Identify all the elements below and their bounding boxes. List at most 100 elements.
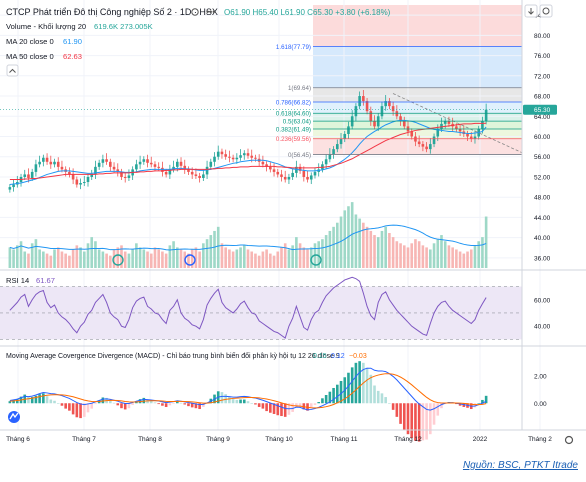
macd-histogram-bar — [395, 403, 399, 417]
candle-body — [276, 171, 280, 175]
candle-body — [235, 157, 239, 160]
candle-body — [97, 162, 101, 167]
volume-bar — [269, 253, 272, 268]
candle-body — [12, 184, 15, 188]
volume-bar — [380, 230, 384, 268]
volume-bar — [291, 245, 294, 268]
volume-bar — [135, 243, 138, 268]
volume-bar — [16, 245, 19, 268]
candle-body — [246, 153, 250, 156]
volume-label: Volume - Khối lượng 20 — [6, 22, 86, 31]
macd-histogram-bar — [399, 403, 402, 424]
candle-body — [231, 157, 235, 160]
x-tick-label: Tháng 11 — [331, 436, 358, 443]
tradingview-logo — [8, 411, 20, 423]
candle-body — [198, 175, 201, 178]
macd-histogram-bar — [410, 403, 414, 438]
price-tick-label: 68.00 — [534, 94, 551, 101]
candle-body — [105, 159, 108, 162]
candle-body — [306, 176, 309, 180]
candle-body — [56, 161, 60, 167]
volume-bar — [239, 247, 242, 268]
price-tick-label: 60.00 — [534, 134, 551, 141]
candle-body — [153, 164, 157, 167]
volume-bar — [402, 245, 406, 268]
volume-bar — [432, 243, 436, 268]
macd-histogram-bar — [64, 403, 67, 409]
candle-body — [142, 159, 146, 162]
macd-histogram-bar — [269, 403, 272, 413]
price-tick-label: 80.00 — [534, 33, 551, 40]
macd-histogram-bar — [239, 399, 242, 404]
macd-histogram-bar — [101, 397, 105, 404]
price-tick-label: 72.00 — [534, 73, 551, 80]
macd-histogram-bar — [250, 403, 254, 404]
volume-bar — [168, 245, 172, 268]
macd-histogram-bar — [75, 403, 79, 418]
volume-bar — [153, 247, 157, 268]
volume-bar — [246, 249, 250, 268]
macd-histogram-bar — [112, 402, 116, 404]
macd-histogram-bar — [60, 403, 64, 406]
macd-histogram-bar — [254, 403, 257, 405]
volume-bar — [376, 237, 380, 268]
candle-body — [138, 161, 142, 165]
macd-histogram-bar — [324, 395, 328, 404]
candle-body — [358, 96, 361, 107]
macd-histogram-bar — [369, 374, 373, 404]
volume-bar — [228, 249, 231, 268]
volume-bar — [123, 251, 127, 268]
volume-bar — [429, 249, 432, 268]
volume-bar — [205, 239, 209, 268]
volume-bar — [64, 253, 67, 268]
candle-body — [101, 159, 105, 163]
settings-small-button[interactable] — [539, 4, 553, 18]
macd-histogram-bar — [224, 394, 227, 404]
volume-bar — [306, 249, 309, 268]
volume-bar — [287, 249, 291, 268]
macd-value-3: −0.03 — [349, 353, 367, 360]
volume-bar — [261, 251, 265, 268]
ma20-value: 61.90 — [63, 37, 82, 46]
macd-histogram-bar — [157, 403, 160, 405]
rsi-value: 61.67 — [36, 276, 55, 285]
candle-body — [135, 164, 138, 170]
volume-bar — [127, 253, 131, 268]
macd-histogram-bar — [231, 399, 235, 404]
candle-body — [216, 151, 220, 157]
stock-chart[interactable]: 1.618(77.79) 1(69.64) 0.786(66.82) 0.618(64… — [0, 0, 586, 477]
macd-histogram-bar — [432, 403, 436, 425]
candle-body — [269, 166, 272, 170]
candle-body — [239, 155, 242, 158]
macd-histogram-bar — [380, 393, 384, 404]
volume-bar — [242, 245, 246, 268]
volume-bar — [425, 247, 428, 268]
volume-bar — [272, 255, 276, 268]
x-tick-label: Tháng 10 — [265, 436, 293, 443]
candle-body — [205, 166, 209, 175]
volume-bar — [161, 251, 164, 268]
candle-body — [45, 157, 49, 162]
source-note: Nguồn: BSC, PTKT Itrade — [462, 460, 578, 471]
macd-histogram-bar — [235, 399, 239, 404]
volume-bar — [8, 247, 12, 268]
volume-bar — [202, 243, 205, 268]
fib-label: 0.786(66.82) — [276, 100, 311, 107]
macd-histogram-bar — [358, 361, 361, 404]
macd-histogram-bar — [56, 403, 60, 404]
more-icon[interactable]: ••• — [206, 7, 215, 17]
collapse-button[interactable] — [6, 64, 19, 77]
candle-body — [254, 157, 257, 159]
volume-bar — [176, 247, 179, 268]
candle-body — [287, 176, 291, 180]
candle-body — [109, 161, 112, 167]
macd-value-2: 0.12 — [331, 353, 345, 360]
macd-histogram-bar — [261, 403, 265, 409]
price-tick-label: 64.00 — [534, 114, 551, 121]
volume-bar — [458, 251, 462, 268]
volume-bar — [90, 237, 94, 268]
candle-body — [324, 159, 328, 165]
volume-bar — [131, 249, 134, 268]
macd-histogram-bar — [350, 367, 354, 404]
volume-bar — [328, 230, 332, 268]
